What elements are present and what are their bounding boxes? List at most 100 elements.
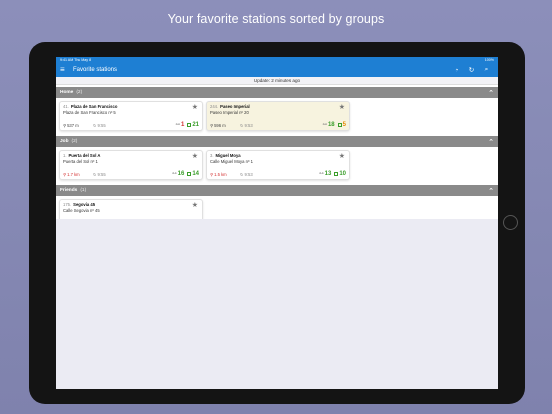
station-card[interactable]: 1. Puerta del Sol A ★ Puerta del Sol nº 1 ⚲ 1… bbox=[59, 150, 203, 180]
station-header: 41. Plaza de San Francisco bbox=[63, 104, 199, 109]
bikes-available: ⚯ 13 bbox=[319, 171, 331, 177]
app-screen: 9:41 AM Thu May 8 100% ≡ Favorite statio… bbox=[56, 57, 498, 389]
group-header[interactable]: Friends (1) ⌃ bbox=[56, 185, 498, 196]
menu-icon[interactable]: ≡ bbox=[60, 66, 70, 74]
app-title: Favorite stations bbox=[73, 67, 118, 73]
star-icon[interactable]: ★ bbox=[192, 201, 198, 209]
sync-icon: ↻ bbox=[93, 122, 97, 128]
docks-count: 10 bbox=[339, 171, 346, 177]
station-address: Puerta del Sol nº 1 bbox=[63, 159, 98, 164]
group-header[interactable]: Home (2) ⌃ bbox=[56, 87, 498, 98]
station-card[interactable]: 41. Plaza de San Francisco ★ Plaza de San F… bbox=[59, 101, 203, 131]
update-time: ↻ 9:53 bbox=[240, 123, 253, 128]
station-name: Segovia 45 bbox=[73, 202, 96, 207]
star-icon[interactable]: ★ bbox=[192, 103, 198, 111]
distance: ⚲ 537 m bbox=[63, 123, 93, 128]
availability: ⚯ 13 10 bbox=[319, 171, 346, 177]
sync-icon: ↻ bbox=[240, 122, 244, 128]
station-name: Puerta del Sol A bbox=[68, 153, 101, 158]
station-name: Plaza de San Francisco bbox=[70, 104, 118, 109]
bikes-available: ⚯ 1 bbox=[176, 122, 185, 128]
update-time: ↻9:55 bbox=[93, 172, 106, 177]
star-icon[interactable]: ★ bbox=[339, 103, 345, 111]
distance-value: 1.5 km bbox=[214, 171, 227, 177]
station-name: Paseo Imperial bbox=[220, 104, 250, 109]
station-header: 175. Segovia 45 bbox=[63, 202, 199, 207]
availability: ⚯ 18 5 bbox=[323, 122, 346, 128]
station-name: Miguel Moya bbox=[215, 153, 241, 158]
station-number: 1. bbox=[63, 153, 67, 158]
station-address: Paseo Imperial nº 20 bbox=[210, 110, 249, 115]
bicycle-icon: ⚯ bbox=[175, 122, 180, 128]
station-card[interactable]: 244. Paseo Imperial ★ Paseo Imperial nº 20 ⚲… bbox=[206, 101, 350, 131]
empty-area bbox=[56, 219, 498, 389]
docks-available: 5 bbox=[337, 122, 346, 128]
sync-icon: ↻ bbox=[240, 171, 244, 177]
update-status: Update: 2 minutes ago bbox=[56, 77, 498, 85]
location-pin-icon: ⚲ bbox=[63, 122, 67, 128]
bikes-count: 18 bbox=[327, 122, 335, 128]
station-card[interactable]: 3. Miguel Moya ★ Calle Miguel Moya nº 1 ⚲ 1.5… bbox=[206, 150, 350, 180]
tablet-frame: 9:41 AM Thu May 8 100% ≡ Favorite statio… bbox=[29, 42, 525, 404]
chevron-up-icon[interactable]: ⌃ bbox=[488, 138, 494, 146]
sort-icon[interactable]: ◔ bbox=[449, 67, 464, 74]
group-count: (1) bbox=[80, 188, 87, 193]
station-stats: ⚲ 1.7 km ↻ 9:55 ⚯ 16 14 bbox=[63, 171, 199, 177]
location-pin-icon: ⚲ bbox=[63, 171, 67, 177]
star-icon[interactable]: ★ bbox=[339, 152, 345, 160]
dock-icon bbox=[187, 123, 192, 127]
station-header: 244. Paseo Imperial bbox=[210, 104, 346, 109]
refresh-icon[interactable]: ↻ bbox=[464, 66, 479, 74]
group-name: Home bbox=[60, 90, 74, 95]
station-header: 1. Puerta del Sol A bbox=[63, 153, 199, 158]
group-header[interactable]: Job (2) ⌃ bbox=[56, 136, 498, 147]
station-address: Plaza de San Francisco nº 5 bbox=[63, 110, 116, 115]
bicycle-icon: ⚯ bbox=[319, 171, 324, 177]
station-stats: ⚲ 596 m ↻ 9:53 ⚯ 18 5 bbox=[210, 122, 346, 128]
group-count: (2) bbox=[76, 90, 83, 95]
docks-count: 5 bbox=[342, 122, 346, 128]
bicycle-icon: ⚯ bbox=[172, 171, 177, 177]
location-pin-icon: ⚲ bbox=[210, 171, 214, 177]
station-address: Calle Segovia nº 45 bbox=[63, 208, 100, 213]
docks-count: 14 bbox=[192, 171, 199, 177]
search-icon[interactable]: ⌕ bbox=[479, 66, 494, 74]
group-name: Friends bbox=[60, 188, 78, 193]
distance-value: 537 m bbox=[67, 122, 79, 128]
groups-list: Home (2) ⌃ 41. Plaza de San Francisco ★ Plaza … bbox=[56, 87, 498, 232]
update-time: ↻9:55 bbox=[93, 123, 106, 128]
distance: ⚲ 1.7 km bbox=[63, 172, 93, 177]
group-count: (2) bbox=[71, 139, 78, 144]
bicycle-icon: ⚯ bbox=[322, 122, 327, 128]
docks-available: 21 bbox=[187, 122, 199, 128]
station-cards: 41. Plaza de San Francisco ★ Plaza de San F… bbox=[56, 98, 498, 134]
dock-icon bbox=[334, 172, 339, 176]
distance: ⚲ 1.5 km bbox=[210, 172, 240, 177]
bikes-available: ⚯ 16 bbox=[172, 171, 184, 177]
time-value: 9:53 bbox=[244, 171, 253, 177]
time-value: 9:53 bbox=[244, 122, 253, 128]
station-cards: 1. Puerta del Sol A ★ Puerta del Sol nº 1 ⚲ 1… bbox=[56, 147, 498, 183]
station-number: 175. bbox=[63, 202, 72, 207]
station-number: 3. bbox=[210, 153, 214, 158]
station-stats: ⚲ 537 m ↻ 9:55 ⚯ 1 21 bbox=[63, 122, 199, 128]
sync-icon: ↻ bbox=[93, 171, 97, 177]
bikes-count: 1 bbox=[180, 122, 185, 128]
battery-status: 100% bbox=[484, 58, 494, 62]
star-icon[interactable]: ★ bbox=[192, 152, 198, 160]
chevron-up-icon[interactable]: ⌃ bbox=[488, 187, 494, 195]
location-pin-icon: ⚲ bbox=[210, 122, 214, 128]
distance: ⚲ 596 m bbox=[210, 123, 240, 128]
bikes-available: ⚯ 18 bbox=[323, 122, 335, 128]
station-number: 41. bbox=[63, 104, 69, 109]
app-bar: ≡ Favorite stations ◔ ↻ ⌕ bbox=[56, 63, 498, 77]
dock-icon bbox=[337, 123, 342, 127]
chevron-up-icon[interactable]: ⌃ bbox=[488, 89, 494, 97]
station-number: 244. bbox=[210, 104, 219, 109]
availability: ⚯ 1 21 bbox=[176, 122, 199, 128]
promo-title: Your favorite stations sorted by groups bbox=[167, 12, 385, 26]
home-button[interactable] bbox=[503, 215, 518, 230]
bikes-count: 16 bbox=[177, 171, 185, 177]
docks-available: 10 bbox=[334, 171, 346, 177]
time-value: 9:55 bbox=[97, 122, 106, 128]
